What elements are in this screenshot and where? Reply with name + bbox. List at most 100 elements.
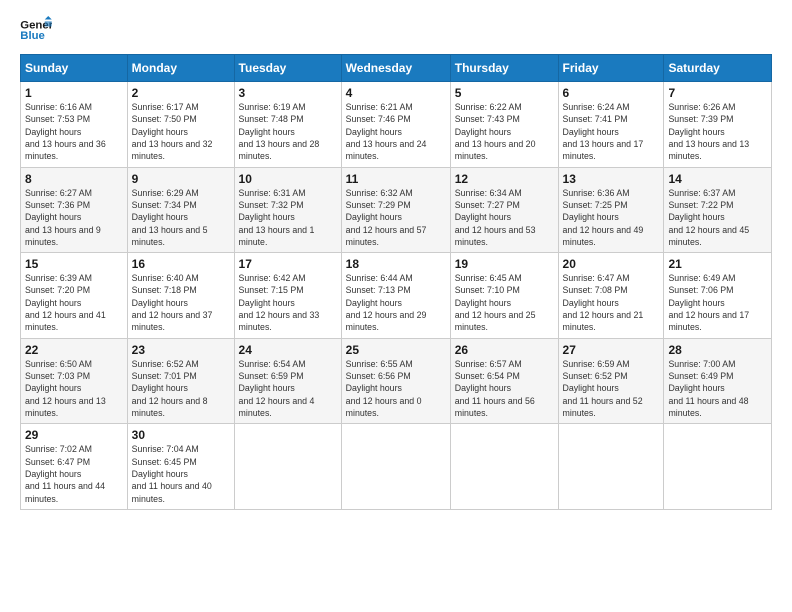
day-info: Sunrise: 6:50 AMSunset: 7:03 PMDaylight … <box>25 358 123 420</box>
day-number: 4 <box>346 86 446 100</box>
page: General Blue SundayMondayTuesdayWednesda… <box>0 0 792 612</box>
day-cell: 27Sunrise: 6:59 AMSunset: 6:52 PMDayligh… <box>558 338 664 424</box>
day-cell <box>341 424 450 510</box>
day-number: 19 <box>455 257 554 271</box>
day-info: Sunrise: 6:27 AMSunset: 7:36 PMDaylight … <box>25 187 123 249</box>
day-info: Sunrise: 6:54 AMSunset: 6:59 PMDaylight … <box>239 358 337 420</box>
day-number: 7 <box>668 86 767 100</box>
header-row: SundayMondayTuesdayWednesdayThursdayFrid… <box>21 55 772 82</box>
day-info: Sunrise: 6:39 AMSunset: 7:20 PMDaylight … <box>25 272 123 334</box>
day-info: Sunrise: 6:16 AMSunset: 7:53 PMDaylight … <box>25 101 123 163</box>
day-number: 30 <box>132 428 230 442</box>
day-info: Sunrise: 6:17 AMSunset: 7:50 PMDaylight … <box>132 101 230 163</box>
day-number: 15 <box>25 257 123 271</box>
day-info: Sunrise: 6:55 AMSunset: 6:56 PMDaylight … <box>346 358 446 420</box>
day-cell: 5Sunrise: 6:22 AMSunset: 7:43 PMDaylight… <box>450 82 558 168</box>
day-number: 2 <box>132 86 230 100</box>
day-info: Sunrise: 6:22 AMSunset: 7:43 PMDaylight … <box>455 101 554 163</box>
day-cell: 18Sunrise: 6:44 AMSunset: 7:13 PMDayligh… <box>341 253 450 339</box>
day-cell: 6Sunrise: 6:24 AMSunset: 7:41 PMDaylight… <box>558 82 664 168</box>
day-cell: 13Sunrise: 6:36 AMSunset: 7:25 PMDayligh… <box>558 167 664 253</box>
day-info: Sunrise: 6:57 AMSunset: 6:54 PMDaylight … <box>455 358 554 420</box>
day-info: Sunrise: 6:45 AMSunset: 7:10 PMDaylight … <box>455 272 554 334</box>
day-cell: 17Sunrise: 6:42 AMSunset: 7:15 PMDayligh… <box>234 253 341 339</box>
day-cell: 10Sunrise: 6:31 AMSunset: 7:32 PMDayligh… <box>234 167 341 253</box>
day-info: Sunrise: 6:32 AMSunset: 7:29 PMDaylight … <box>346 187 446 249</box>
day-number: 20 <box>563 257 660 271</box>
header-day-saturday: Saturday <box>664 55 772 82</box>
day-cell: 15Sunrise: 6:39 AMSunset: 7:20 PMDayligh… <box>21 253 128 339</box>
svg-text:Blue: Blue <box>20 30 45 42</box>
day-info: Sunrise: 6:44 AMSunset: 7:13 PMDaylight … <box>346 272 446 334</box>
day-cell: 3Sunrise: 6:19 AMSunset: 7:48 PMDaylight… <box>234 82 341 168</box>
week-row-3: 15Sunrise: 6:39 AMSunset: 7:20 PMDayligh… <box>21 253 772 339</box>
day-info: Sunrise: 6:29 AMSunset: 7:34 PMDaylight … <box>132 187 230 249</box>
day-number: 27 <box>563 343 660 357</box>
day-cell: 29Sunrise: 7:02 AMSunset: 6:47 PMDayligh… <box>21 424 128 510</box>
day-number: 22 <box>25 343 123 357</box>
day-info: Sunrise: 6:52 AMSunset: 7:01 PMDaylight … <box>132 358 230 420</box>
header: General Blue <box>20 16 772 44</box>
day-cell: 8Sunrise: 6:27 AMSunset: 7:36 PMDaylight… <box>21 167 128 253</box>
day-cell <box>664 424 772 510</box>
week-row-5: 29Sunrise: 7:02 AMSunset: 6:47 PMDayligh… <box>21 424 772 510</box>
day-number: 5 <box>455 86 554 100</box>
day-info: Sunrise: 6:40 AMSunset: 7:18 PMDaylight … <box>132 272 230 334</box>
day-cell: 30Sunrise: 7:04 AMSunset: 6:45 PMDayligh… <box>127 424 234 510</box>
day-cell: 9Sunrise: 6:29 AMSunset: 7:34 PMDaylight… <box>127 167 234 253</box>
day-number: 18 <box>346 257 446 271</box>
day-number: 17 <box>239 257 337 271</box>
day-cell: 25Sunrise: 6:55 AMSunset: 6:56 PMDayligh… <box>341 338 450 424</box>
day-number: 23 <box>132 343 230 357</box>
day-cell: 20Sunrise: 6:47 AMSunset: 7:08 PMDayligh… <box>558 253 664 339</box>
day-number: 29 <box>25 428 123 442</box>
logo: General Blue <box>20 16 52 44</box>
day-number: 21 <box>668 257 767 271</box>
logo-icon: General Blue <box>20 16 52 44</box>
day-info: Sunrise: 7:00 AMSunset: 6:49 PMDaylight … <box>668 358 767 420</box>
day-number: 3 <box>239 86 337 100</box>
day-cell: 14Sunrise: 6:37 AMSunset: 7:22 PMDayligh… <box>664 167 772 253</box>
day-cell: 4Sunrise: 6:21 AMSunset: 7:46 PMDaylight… <box>341 82 450 168</box>
day-cell <box>450 424 558 510</box>
day-cell: 2Sunrise: 6:17 AMSunset: 7:50 PMDaylight… <box>127 82 234 168</box>
header-day-wednesday: Wednesday <box>341 55 450 82</box>
day-info: Sunrise: 6:42 AMSunset: 7:15 PMDaylight … <box>239 272 337 334</box>
header-day-sunday: Sunday <box>21 55 128 82</box>
header-day-tuesday: Tuesday <box>234 55 341 82</box>
calendar-table: SundayMondayTuesdayWednesdayThursdayFrid… <box>20 54 772 510</box>
day-info: Sunrise: 6:47 AMSunset: 7:08 PMDaylight … <box>563 272 660 334</box>
day-number: 16 <box>132 257 230 271</box>
day-cell <box>234 424 341 510</box>
day-number: 6 <box>563 86 660 100</box>
day-info: Sunrise: 6:49 AMSunset: 7:06 PMDaylight … <box>668 272 767 334</box>
day-info: Sunrise: 6:31 AMSunset: 7:32 PMDaylight … <box>239 187 337 249</box>
day-info: Sunrise: 6:24 AMSunset: 7:41 PMDaylight … <box>563 101 660 163</box>
day-number: 25 <box>346 343 446 357</box>
day-number: 10 <box>239 172 337 186</box>
day-cell: 12Sunrise: 6:34 AMSunset: 7:27 PMDayligh… <box>450 167 558 253</box>
day-cell: 28Sunrise: 7:00 AMSunset: 6:49 PMDayligh… <box>664 338 772 424</box>
day-number: 1 <box>25 86 123 100</box>
day-number: 12 <box>455 172 554 186</box>
day-cell <box>558 424 664 510</box>
day-cell: 11Sunrise: 6:32 AMSunset: 7:29 PMDayligh… <box>341 167 450 253</box>
week-row-2: 8Sunrise: 6:27 AMSunset: 7:36 PMDaylight… <box>21 167 772 253</box>
day-info: Sunrise: 6:36 AMSunset: 7:25 PMDaylight … <box>563 187 660 249</box>
day-info: Sunrise: 7:04 AMSunset: 6:45 PMDaylight … <box>132 443 230 505</box>
day-cell: 22Sunrise: 6:50 AMSunset: 7:03 PMDayligh… <box>21 338 128 424</box>
day-info: Sunrise: 6:19 AMSunset: 7:48 PMDaylight … <box>239 101 337 163</box>
day-cell: 19Sunrise: 6:45 AMSunset: 7:10 PMDayligh… <box>450 253 558 339</box>
day-info: Sunrise: 6:21 AMSunset: 7:46 PMDaylight … <box>346 101 446 163</box>
day-number: 26 <box>455 343 554 357</box>
day-info: Sunrise: 7:02 AMSunset: 6:47 PMDaylight … <box>25 443 123 505</box>
header-day-thursday: Thursday <box>450 55 558 82</box>
header-day-monday: Monday <box>127 55 234 82</box>
day-cell: 1Sunrise: 6:16 AMSunset: 7:53 PMDaylight… <box>21 82 128 168</box>
day-info: Sunrise: 6:37 AMSunset: 7:22 PMDaylight … <box>668 187 767 249</box>
day-cell: 24Sunrise: 6:54 AMSunset: 6:59 PMDayligh… <box>234 338 341 424</box>
day-cell: 16Sunrise: 6:40 AMSunset: 7:18 PMDayligh… <box>127 253 234 339</box>
week-row-4: 22Sunrise: 6:50 AMSunset: 7:03 PMDayligh… <box>21 338 772 424</box>
header-day-friday: Friday <box>558 55 664 82</box>
day-cell: 7Sunrise: 6:26 AMSunset: 7:39 PMDaylight… <box>664 82 772 168</box>
